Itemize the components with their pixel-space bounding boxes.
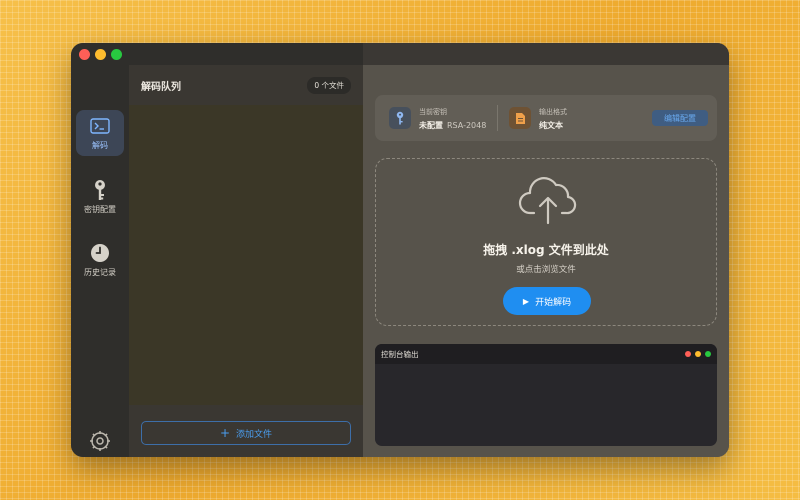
console-title: 控制台输出 [381, 349, 419, 359]
console-dot-green [705, 351, 711, 357]
console-output[interactable] [375, 364, 717, 446]
key-info: 当前密钥 未配置 RSA-2048 [419, 107, 486, 131]
close-window-button[interactable] [79, 49, 90, 60]
main-topbar [363, 43, 729, 65]
edit-config-button[interactable]: 编辑配置 [652, 110, 708, 126]
start-decode-button[interactable]: ▶ 开始解码 [503, 287, 591, 315]
dropzone-title: 拖拽 .xlog 文件到此处 [483, 243, 609, 257]
sidebar-item-decode[interactable]: 解码 [76, 110, 124, 156]
format-info: 输出格式 纯文本 [539, 107, 567, 131]
sidebar-item-label: 解码 [92, 140, 108, 150]
play-icon: ▶ [522, 296, 530, 306]
cloud-upload-icon [518, 173, 578, 225]
clock-icon [90, 243, 110, 263]
sidebar: 解码 密钥配置 历史记录 [71, 65, 129, 457]
titlebar [71, 43, 363, 65]
config-info-card: 当前密钥 未配置 RSA-2048 输出格式 纯文本 编辑配置 [375, 95, 717, 141]
document-icon [509, 107, 531, 129]
key-value: 未配置 RSA-2048 [419, 120, 486, 131]
console-panel: 控制台输出 [375, 344, 717, 446]
plus-icon: + [219, 426, 231, 440]
console-window-dots [685, 351, 711, 357]
format-caption: 输出格式 [539, 108, 567, 116]
add-file-button[interactable]: + 添加文件 [141, 421, 351, 445]
queue-header: 解码队列 0 个文件 [129, 65, 363, 105]
key-type: RSA-2048 [447, 121, 487, 130]
divider [497, 105, 498, 131]
key-icon [389, 107, 411, 129]
queue-list[interactable] [129, 105, 363, 405]
terminal-icon [90, 116, 110, 136]
zoom-window-button[interactable] [111, 49, 122, 60]
key-icon [90, 179, 110, 200]
queue-footer: + 添加文件 [129, 405, 363, 457]
key-status: 未配置 [419, 121, 443, 130]
console-header: 控制台输出 [375, 344, 717, 364]
sidebar-item-label: 密钥配置 [84, 204, 116, 214]
format-value-row: 纯文本 [539, 120, 567, 131]
sidebar-item-history[interactable]: 历史记录 [76, 237, 124, 283]
file-dropzone[interactable]: 拖拽 .xlog 文件到此处 或点击浏览文件 ▶ 开始解码 [375, 158, 717, 326]
file-count-badge: 0 个文件 [307, 76, 351, 94]
start-decode-label: 开始解码 [535, 297, 572, 308]
queue-title: 解码队列 [141, 81, 181, 93]
dropzone-subtitle: 或点击浏览文件 [516, 265, 576, 275]
main-panel: 当前密钥 未配置 RSA-2048 输出格式 纯文本 编辑配置 拖拽 .xlog… [363, 43, 729, 457]
key-caption: 当前密钥 [419, 108, 447, 116]
sidebar-item-label: 历史记录 [84, 267, 116, 277]
console-dot-yellow [695, 351, 701, 357]
decode-queue-panel: 解码队列 0 个文件 + 添加文件 [129, 65, 363, 457]
gear-icon[interactable] [89, 430, 111, 452]
format-value: 纯文本 [539, 121, 563, 130]
app-window: 解码 密钥配置 历史记录 解码队列 0 个文件 + 添加文件 当前密钥 未配置 … [71, 43, 729, 457]
add-file-label: 添加文件 [236, 429, 273, 440]
minimize-window-button[interactable] [95, 49, 106, 60]
sidebar-item-key-config[interactable]: 密钥配置 [76, 174, 124, 220]
console-dot-red [685, 351, 691, 357]
